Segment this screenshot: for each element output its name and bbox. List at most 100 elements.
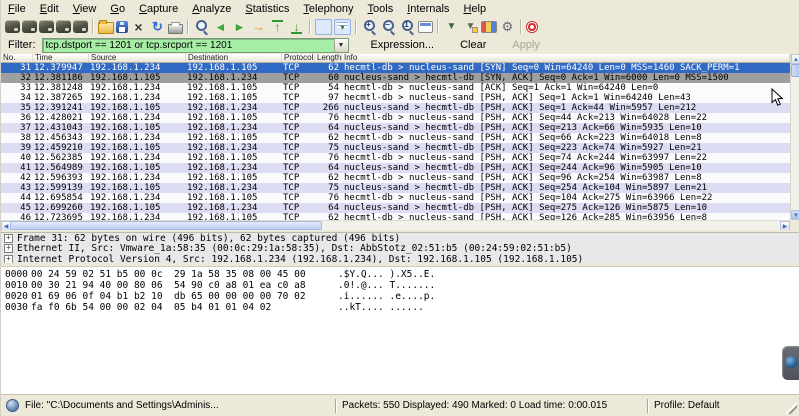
packet-row-42[interactable]: 42 12.596393 192.168.1.234 192.168.1.105… [1, 173, 790, 183]
autoscroll-toggle-icon[interactable]: ▾ [334, 19, 351, 35]
packet-row-34[interactable]: 34 12.387265 192.168.1.234 192.168.1.105… [1, 93, 790, 103]
column-header-info[interactable]: Info [342, 54, 790, 62]
zoom-in-icon[interactable]: + [361, 19, 378, 35]
cell-info: nucleus-sand > hecmtl-db [PSH, ACK] Seq=… [342, 143, 790, 153]
cell-time: 12.428021 [33, 113, 89, 123]
detail-row[interactable]: + Frame 31: 62 bytes on wire (496 bits),… [1, 233, 799, 244]
go-back-icon[interactable]: ◄ [212, 19, 229, 35]
resize-columns-icon[interactable] [418, 21, 433, 33]
packet-row-32[interactable]: 32 12.381186 192.168.1.105 192.168.1.234… [1, 73, 790, 83]
expression-button[interactable]: Expression... [367, 38, 439, 52]
packet-row-35[interactable]: 35 12.391241 192.168.1.105 192.168.1.234… [1, 103, 790, 113]
packet-row-45[interactable]: 45 12.699260 192.168.1.105 192.168.1.234… [1, 203, 790, 213]
menu-analyze[interactable]: Analyze [185, 2, 238, 16]
menu-statistics[interactable]: Statistics [238, 2, 296, 16]
save-file-icon[interactable] [116, 21, 128, 33]
packet-row-37[interactable]: 37 12.431043 192.168.1.105 192.168.1.234… [1, 123, 790, 133]
close-file-icon[interactable]: × [130, 19, 147, 35]
menu-file[interactable]: File [1, 2, 33, 16]
capture-options-icon[interactable] [22, 20, 37, 33]
hex-line[interactable]: 0020 01 69 06 0f 04 b1 b2 10 db 65 00 00… [1, 291, 799, 302]
help-icon[interactable] [526, 21, 538, 33]
column-header-time[interactable]: Time [33, 54, 89, 62]
detail-row[interactable]: + Ethernet II, Src: Vmware_1a:58:35 (00:… [1, 244, 799, 255]
capture-start-icon[interactable] [39, 20, 54, 33]
packet-row-38[interactable]: 38 12.456343 192.168.1.234 192.168.1.105… [1, 133, 790, 143]
preferences-icon[interactable]: ⚙ [499, 19, 516, 35]
hex-bytes: 01 69 06 0f 04 b1 b2 10 db 65 00 00 00 0… [31, 291, 338, 302]
find-packet-icon[interactable] [193, 19, 210, 35]
filter-dropdown-icon[interactable]: ▼ [334, 39, 348, 52]
column-header-protocol[interactable]: Protocol [282, 54, 315, 62]
menu-help[interactable]: Help [456, 2, 493, 16]
menu-tools[interactable]: Tools [361, 2, 401, 16]
hex-offset: 0010 [1, 280, 31, 291]
packet-list-hscrollbar[interactable]: ◀ ▶ [1, 220, 790, 230]
cell-length: 62 [315, 63, 342, 73]
packet-row-40[interactable]: 40 12.562385 192.168.1.234 192.168.1.105… [1, 153, 790, 163]
expert-info-icon[interactable] [6, 399, 19, 412]
packet-list-vscrollbar[interactable]: ▲ ▼ [790, 54, 800, 220]
capture-restart-icon[interactable] [73, 20, 88, 33]
packet-row-31[interactable]: 31 12.379947 192.168.1.234 192.168.1.105… [1, 63, 790, 73]
hex-line[interactable]: 0010 00 30 21 94 40 00 80 06 54 90 c0 a8… [1, 280, 799, 291]
zoom-100-icon[interactable]: 1 [399, 19, 416, 35]
packet-row-39[interactable]: 39 12.459210 192.168.1.105 192.168.1.234… [1, 143, 790, 153]
hex-offset: 0030 [1, 302, 31, 313]
hscroll-thumb[interactable] [10, 221, 322, 230]
column-header-length[interactable]: Length [315, 54, 342, 62]
filter-expression-text[interactable]: tcp.dstport == 1201 or tcp.srcport == 12… [43, 40, 334, 51]
packet-row-36[interactable]: 36 12.428021 192.168.1.234 192.168.1.105… [1, 113, 790, 123]
reload-icon[interactable]: ↻ [149, 19, 166, 35]
hex-line[interactable]: 0000 00 24 59 02 51 b5 00 0c 29 1a 58 35… [1, 269, 799, 280]
packet-row-44[interactable]: 44 12.695854 192.168.1.234 192.168.1.105… [1, 193, 790, 203]
cell-info: nucleus-sand > hecmtl-db [PSH, ACK] Seq=… [342, 183, 790, 193]
expand-plus-icon[interactable]: + [4, 255, 13, 263]
expand-plus-icon[interactable]: + [4, 234, 13, 243]
zoom-out-icon[interactable]: − [380, 19, 397, 35]
packet-row-46[interactable]: 46 12.723695 192.168.1.234 192.168.1.105… [1, 213, 790, 220]
packet-row-33[interactable]: 33 12.381248 192.168.1.234 192.168.1.105… [1, 83, 790, 93]
go-to-top-icon[interactable]: ↑ [269, 19, 286, 35]
packet-row-41[interactable]: 41 12.564989 192.168.1.105 192.168.1.234… [1, 163, 790, 173]
capture-filter-icon[interactable]: ▼ [443, 19, 460, 35]
expand-plus-icon[interactable]: + [4, 244, 13, 253]
menu-view[interactable]: View [66, 2, 104, 16]
interfaces-icon[interactable] [5, 20, 20, 33]
go-forward-icon[interactable]: ► [231, 19, 248, 35]
menu-internals[interactable]: Internals [400, 2, 456, 16]
go-to-packet-icon[interactable]: → [250, 19, 267, 35]
menu-go[interactable]: Go [103, 2, 132, 16]
packet-row-43[interactable]: 43 12.599139 192.168.1.105 192.168.1.234… [1, 183, 790, 193]
capture-stop-icon[interactable] [56, 20, 71, 33]
remote-control-side-tab[interactable] [782, 346, 800, 380]
menu-edit[interactable]: Edit [33, 2, 66, 16]
print-icon[interactable] [168, 24, 183, 34]
open-file-icon[interactable] [98, 22, 114, 34]
hex-line[interactable]: 0030 fa f0 6b 54 00 00 02 04 05 b4 01 01… [1, 302, 799, 313]
menu-telephony[interactable]: Telephony [296, 2, 360, 16]
go-to-bottom-icon[interactable]: ↓ [288, 19, 305, 35]
filter-combobox[interactable]: tcp.dstport == 1201 or tcp.srcport == 12… [42, 38, 349, 53]
colorize-toggle-icon[interactable] [315, 19, 332, 35]
apply-button[interactable]: Apply [508, 38, 544, 52]
display-filter-icon[interactable]: ▼ [462, 19, 479, 35]
clear-button[interactable]: Clear [456, 38, 490, 52]
detail-row[interactable]: + Internet Protocol Version 4, Src: 192.… [1, 254, 799, 263]
menu-capture[interactable]: Capture [132, 2, 185, 16]
column-header-no[interactable]: No. [1, 54, 33, 62]
scroll-up-icon[interactable]: ▲ [791, 54, 800, 64]
cell-destination: 192.168.1.105 [186, 173, 282, 183]
coloring-rules-icon[interactable] [481, 21, 497, 33]
cell-protocol: TCP [282, 213, 315, 220]
vscroll-thumb[interactable] [791, 64, 800, 77]
cell-destination: 192.168.1.234 [186, 203, 282, 213]
hex-bytes: 00 24 59 02 51 b5 00 0c 29 1a 58 35 08 0… [31, 269, 338, 280]
column-header-source[interactable]: Source [89, 54, 186, 62]
resize-grip[interactable] [785, 402, 797, 414]
detail-text: Frame 31: 62 bytes on wire (496 bits), 6… [17, 233, 400, 244]
status-profile[interactable]: Profile: Default [649, 400, 720, 411]
column-header-destination[interactable]: Destination [186, 54, 282, 62]
cell-source: 192.168.1.234 [89, 193, 186, 203]
scroll-down-icon[interactable]: ▼ [791, 210, 800, 220]
